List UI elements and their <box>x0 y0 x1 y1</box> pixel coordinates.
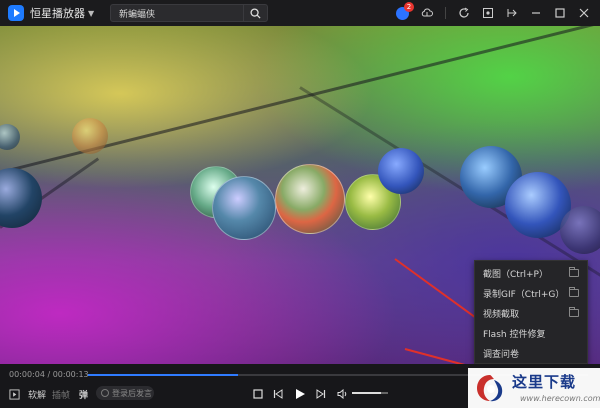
marble <box>212 176 276 240</box>
volume-slider[interactable] <box>352 392 388 394</box>
playlist-icon <box>9 388 20 400</box>
watermark-title: 这里下载 <box>512 373 577 391</box>
cloud-upload-icon[interactable] <box>421 7 433 19</box>
volume-icon <box>337 389 347 399</box>
app-logo-icon <box>8 5 24 21</box>
notification-badge: 2 <box>404 1 414 12</box>
search-button[interactable] <box>243 5 267 21</box>
menu-item-video-clip[interactable]: 视频截取 <box>475 303 587 323</box>
danmaku-toggle[interactable]: 弹 <box>79 386 88 402</box>
minimize-icon[interactable] <box>530 7 542 19</box>
volume-fill <box>352 392 381 394</box>
notification-icon[interactable]: 2 <box>396 1 414 20</box>
folder-icon[interactable] <box>569 287 579 297</box>
close-icon[interactable] <box>578 7 590 19</box>
marble <box>275 164 345 234</box>
stop-button[interactable] <box>253 386 263 402</box>
marble <box>0 168 42 228</box>
search-input[interactable]: 新蝙蝠侠 <box>119 7 243 20</box>
volume-button[interactable] <box>337 386 348 402</box>
stop-icon <box>253 389 263 399</box>
menu-item-survey[interactable]: 调查问卷 <box>475 343 587 363</box>
playlist-button[interactable] <box>9 386 20 402</box>
progress-fill <box>88 374 238 376</box>
maximize-icon[interactable] <box>554 7 566 19</box>
watermark-url: www.herecown.com <box>520 394 600 403</box>
divider <box>445 7 446 19</box>
title-bar: 恒星播放器 ▼ 新蝙蝠侠 2 <box>0 0 600 26</box>
menu-item-label: 视频截取 <box>483 309 520 320</box>
menu-item-label: Flash 控件修复 <box>483 329 546 340</box>
context-menu: 截图（Ctrl+P） 录制GIF（Ctrl+G） 视频截取 Flash 控件修复… <box>474 260 588 364</box>
skip-back-icon <box>273 389 283 399</box>
menu-item-label: 调查问卷 <box>483 349 520 360</box>
search-box[interactable]: 新蝙蝠侠 <box>110 4 268 22</box>
menu-item-flash-repair[interactable]: Flash 控件修复 <box>475 323 587 343</box>
folder-icon[interactable] <box>569 307 579 317</box>
decode-toggle[interactable]: 软解 <box>28 386 46 402</box>
danmaku-input[interactable]: 登录后发言 <box>96 386 154 400</box>
menu-item-label: 录制GIF（Ctrl+G） <box>483 289 565 300</box>
menu-item-screenshot[interactable]: 截图（Ctrl+P） <box>475 263 587 283</box>
site-watermark: 这里下载 www.herecown.com <box>468 368 600 408</box>
danmaku-placeholder: 登录后发言 <box>112 388 152 398</box>
marble <box>560 206 600 254</box>
menu-item-record-gif[interactable]: 录制GIF（Ctrl+G） <box>475 283 587 303</box>
pin-icon[interactable] <box>506 7 518 19</box>
menu-item-label: 截图（Ctrl+P） <box>483 269 548 280</box>
previous-button[interactable] <box>273 386 283 402</box>
screenshot-icon[interactable] <box>482 7 494 19</box>
time-display: 00:00:04 / 00:00:13 <box>9 370 89 379</box>
folder-icon[interactable] <box>569 267 579 277</box>
refresh-icon[interactable] <box>458 7 470 19</box>
play-icon <box>296 389 305 399</box>
next-button[interactable] <box>316 386 326 402</box>
user-icon <box>101 389 109 397</box>
play-button[interactable] <box>294 386 306 402</box>
watermark-logo-icon <box>477 375 503 402</box>
app-name[interactable]: 恒星播放器 <box>30 5 85 21</box>
marble <box>72 118 108 154</box>
frame-interp-toggle[interactable]: 插帧 <box>52 386 70 402</box>
chevron-down-icon[interactable]: ▼ <box>88 9 94 18</box>
marble <box>378 148 424 194</box>
marble <box>0 124 20 150</box>
search-icon <box>250 7 261 19</box>
skip-forward-icon <box>316 389 326 399</box>
